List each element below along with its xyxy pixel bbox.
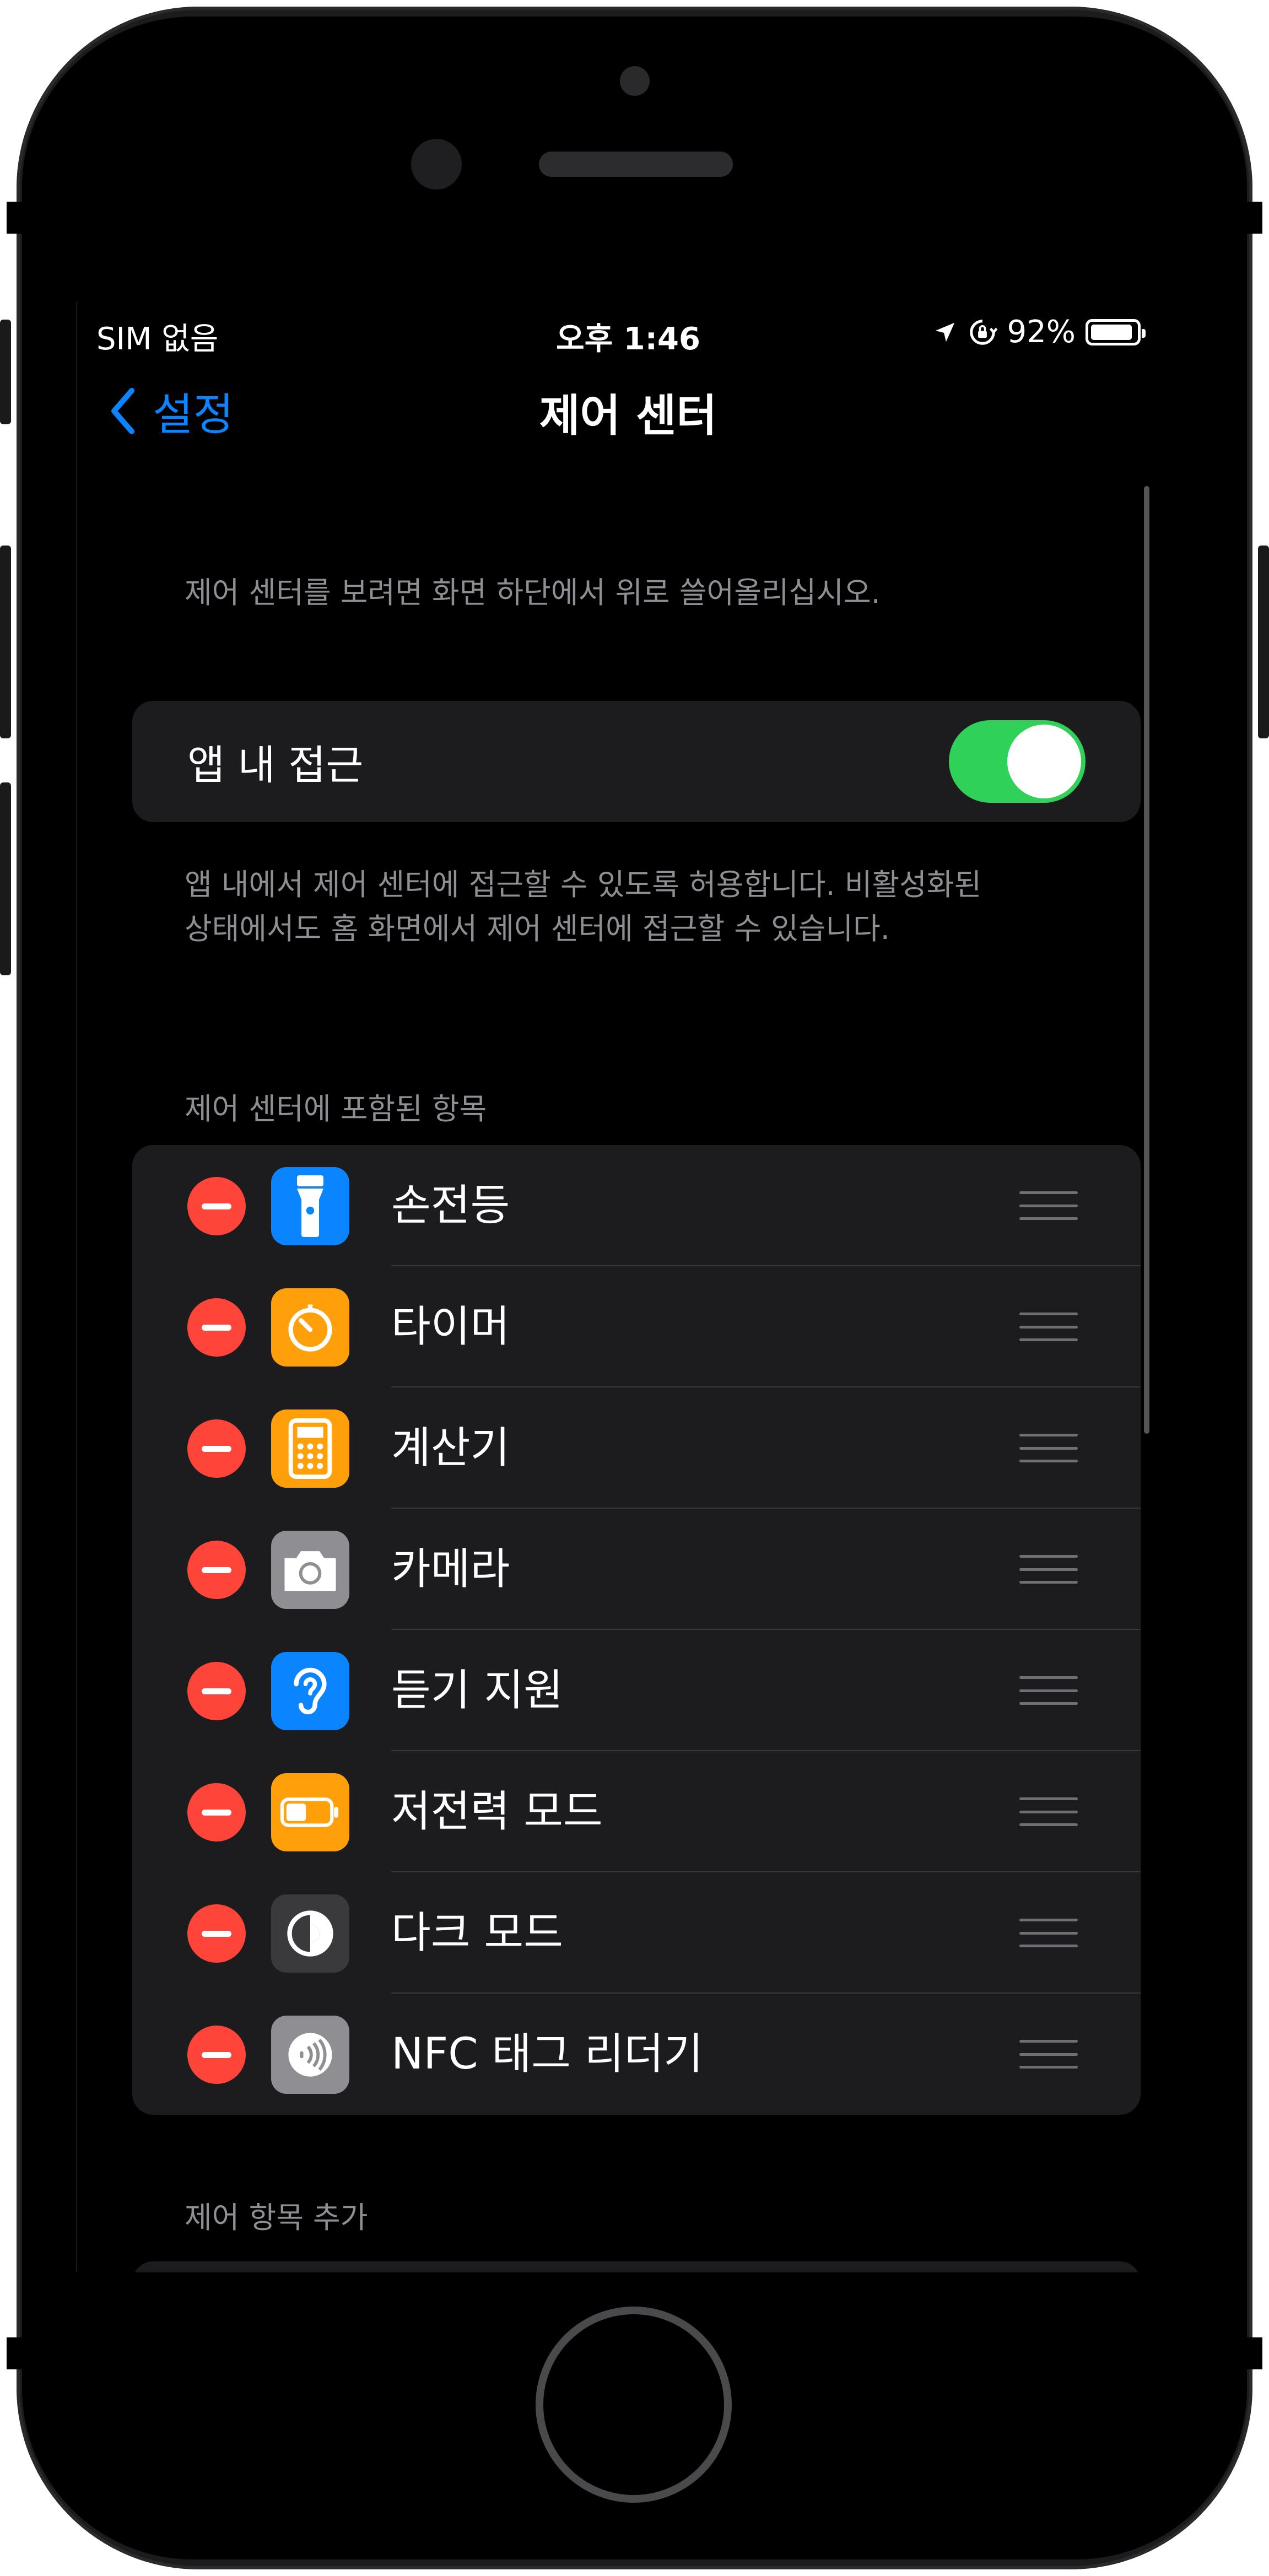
- battery-icon: [271, 1773, 349, 1851]
- remove-button[interactable]: [187, 1783, 246, 1841]
- proximity-sensor: [620, 66, 650, 96]
- flashlight-icon: [271, 1167, 349, 1245]
- list-item-flashlight: 손전등: [132, 1145, 1141, 1266]
- volume-up-button: [0, 546, 11, 738]
- status-bar: SIM 없음 오후 1:46 92%: [77, 309, 1179, 357]
- screen: SIM 없음 오후 1:46 92% 설정 제어 센터 제어 센터를 보려면 화…: [76, 302, 1179, 2272]
- list-item-label: 저전력 모드: [391, 1787, 603, 1837]
- earpiece-speaker: [539, 152, 733, 177]
- antenna-band-bottom-right: [1229, 2337, 1262, 2369]
- battery-icon: [1086, 318, 1146, 345]
- list-item-timer: 타이머: [132, 1266, 1141, 1387]
- list-item-nfc: NFC 태그 리더기: [132, 1994, 1141, 2115]
- orientation-lock-icon: [969, 319, 997, 345]
- access-toggle-switch[interactable]: [949, 720, 1086, 803]
- reorder-handle-icon[interactable]: [1019, 1676, 1078, 1705]
- volume-down-button: [0, 782, 11, 975]
- list-item-label: NFC 태그 리더기: [391, 2029, 704, 2079]
- antenna-band-top-right: [1229, 202, 1262, 234]
- navigation-bar: 설정 제어 센터: [77, 368, 1179, 441]
- status-right: 92%: [932, 314, 1146, 350]
- reorder-handle-icon[interactable]: [1019, 1555, 1078, 1584]
- calculator-icon: [271, 1409, 349, 1488]
- list-item-label: 카메라: [391, 1544, 510, 1594]
- included-items-list: 손전등 타이머 계산기 카메라 듣기 지원 저전력 모드 다크 모드 NFC 태…: [132, 1145, 1141, 2115]
- toggle-knob: [1007, 725, 1081, 798]
- mute-switch: [0, 320, 11, 424]
- remove-button[interactable]: [187, 1298, 246, 1357]
- reorder-handle-icon[interactable]: [1019, 1919, 1078, 1947]
- list-item-label: 계산기: [391, 1423, 510, 1473]
- more-controls-list: [132, 2261, 1141, 2272]
- included-section-header: 제어 센터에 포함된 항목: [185, 1092, 487, 1126]
- battery-fill: [1091, 324, 1132, 340]
- list-item-label: 손전등: [391, 1181, 510, 1230]
- reorder-handle-icon[interactable]: [1019, 1191, 1078, 1220]
- battery-percentage: 92%: [1007, 314, 1076, 350]
- remove-button[interactable]: [187, 2026, 246, 2084]
- antenna-band-top-left: [7, 202, 40, 234]
- list-item-label: 듣기 지원: [391, 1666, 563, 1715]
- reorder-handle-icon[interactable]: [1019, 1797, 1078, 1826]
- reorder-handle-icon[interactable]: [1019, 1313, 1078, 1341]
- front-camera: [411, 139, 462, 190]
- remove-button[interactable]: [187, 1662, 246, 1720]
- access-toggle-card: 앱 내 접근: [132, 701, 1141, 822]
- footer-line-2: 상태에서도 홈 화면에서 제어 센터에 접근할 수 있습니다.: [185, 911, 890, 946]
- access-toggle-label: 앱 내 접근: [187, 741, 364, 789]
- ear-icon: [271, 1652, 349, 1730]
- list-item-low-power: 저전력 모드: [132, 1751, 1141, 1872]
- remove-button[interactable]: [187, 1904, 246, 1963]
- nfc-icon: [271, 2016, 349, 2094]
- page-title: 제어 센터: [539, 390, 717, 441]
- scrollbar[interactable]: [1144, 486, 1149, 1434]
- footer-line-1: 앱 내에서 제어 센터에 접근할 수 있도록 허용합니다. 비활성화된: [185, 867, 982, 902]
- intro-text: 제어 센터를 보려면 화면 하단에서 위로 쓸어올리십시오.: [185, 575, 881, 610]
- list-item-dark-mode: 다크 모드: [132, 1872, 1141, 1994]
- access-toggle-footer: 앱 내에서 제어 센터에 접근할 수 있도록 허용합니다. 비활성화된 상태에서…: [185, 863, 981, 951]
- remove-button[interactable]: [187, 1177, 246, 1235]
- power-button: [1258, 546, 1269, 738]
- list-item-hearing: 듣기 지원: [132, 1630, 1141, 1751]
- remove-button[interactable]: [187, 1419, 246, 1478]
- timer-icon: [271, 1288, 349, 1367]
- home-button[interactable]: [536, 2307, 732, 2503]
- antenna-band-bottom-left: [7, 2337, 40, 2369]
- dark-mode-icon: [271, 1894, 349, 1973]
- reorder-handle-icon[interactable]: [1019, 2040, 1078, 2069]
- more-controls-section-header: 제어 항목 추가: [185, 2200, 368, 2235]
- reorder-handle-icon[interactable]: [1019, 1434, 1078, 1462]
- list-item-label: 다크 모드: [391, 1908, 563, 1958]
- list-item-label: 타이머: [391, 1302, 510, 1352]
- camera-icon: [271, 1531, 349, 1609]
- list-item-calculator: 계산기: [132, 1387, 1141, 1509]
- location-arrow-icon: [935, 322, 954, 342]
- access-toggle-row: 앱 내 접근: [132, 701, 1141, 822]
- remove-button[interactable]: [187, 1541, 246, 1599]
- list-item-camera: 카메라: [132, 1509, 1141, 1630]
